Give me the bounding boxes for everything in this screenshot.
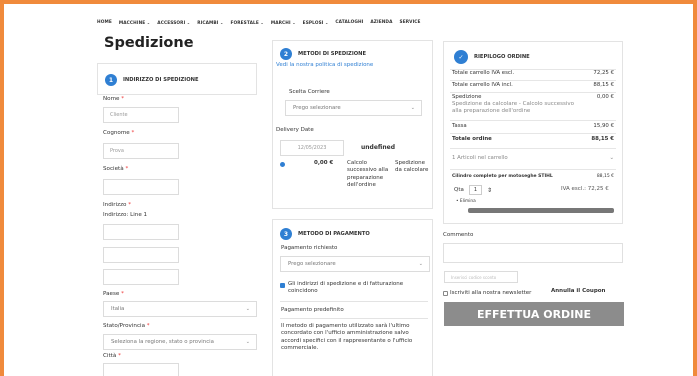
shipping-option-desc: Spedizione da calcolare [395, 160, 429, 174]
same-address-label: Gli indirizzi di spedizione e di fattura… [288, 281, 404, 295]
divider [450, 133, 616, 134]
chevron-down-icon: ⌄ [245, 306, 250, 312]
indirizzo-line2-input[interactable] [103, 247, 179, 263]
payment-default-label: Pagamento predefinito [281, 307, 344, 313]
stato-label: Stato/Provincia * [103, 323, 150, 329]
nav-cataloghi[interactable]: CATALOGHI [335, 20, 363, 26]
nav-forestale[interactable]: FORESTALE [230, 20, 263, 26]
paese-select[interactable]: Italia ⌄ [103, 301, 257, 317]
chevron-down-icon: ⌄ [410, 105, 415, 111]
divider [280, 301, 428, 302]
product-row: Cilindro completo per motoseghe STIHL 88,… [452, 174, 614, 179]
summary-total-row: Totale ordine 88,15 € [452, 136, 614, 142]
societa-label: Società * [103, 166, 129, 172]
check-icon: ✓ [454, 50, 468, 64]
citta-input[interactable] [103, 363, 179, 376]
summary-shipping-row: Spedizione 0,00 € [452, 94, 614, 100]
courier-select[interactable]: Prego selezionare ⌄ [285, 100, 422, 116]
page-title: Spedizione [104, 35, 194, 51]
chevron-down-icon: ⌄ [245, 339, 250, 345]
divider [450, 148, 616, 149]
payment-requested-label: Pagamento richiesto [281, 245, 338, 251]
newsletter-label: Iscriviti alla nostra newsletter [450, 290, 532, 296]
payment-heading: METODO DI PAGAMENTO [298, 231, 370, 237]
checkout-page: HOME MACCHINE ACCESSORI RICAMBI FORESTAL… [4, 4, 693, 376]
delivery-date-input[interactable]: 12/05/2023 [280, 140, 344, 156]
chevron-down-icon: ⌄ [418, 261, 423, 267]
nav-macchine[interactable]: MACCHINE [119, 20, 150, 26]
payment-default-text: Il metodo di pagamento utilizzato sarà l… [281, 323, 413, 352]
place-order-button[interactable]: EFFETTUA ORDINE [444, 302, 624, 326]
summary-row: Totale carrello IVA incl. 88,15 € [452, 82, 614, 88]
comment-label: Commento [443, 232, 474, 238]
shipping-option-radio[interactable] [280, 162, 285, 167]
divider [450, 92, 616, 93]
cart-items-toggle[interactable]: 1 Articoli nel carrello ⌄ [452, 155, 614, 161]
quantity-stepper: Qta 1 ⇕ [454, 185, 492, 195]
nav-marchi[interactable]: MARCHI [271, 20, 296, 26]
summary-tax-row: Tassa 15,90 € [452, 123, 614, 129]
citta-label: Città * [103, 353, 121, 359]
nav-azienda[interactable]: AZIENDA [370, 20, 392, 26]
societa-input[interactable] [103, 179, 179, 195]
product-price-ex: IVA escl.: 72,25 € [561, 186, 609, 192]
divider [450, 120, 616, 121]
shipping-policy-link[interactable]: Vedi la nostra politica di spedizione [276, 62, 373, 69]
nav-ricambi[interactable]: RICAMBI [197, 20, 223, 26]
summary-shipping-note: Spedizione da calcolare - Calcolo succes… [452, 101, 575, 115]
paese-label: Paese * [103, 291, 124, 297]
delivery-extra: undefined [361, 144, 395, 151]
payment-select[interactable]: Prego selezionare ⌄ [280, 256, 430, 272]
indirizzo-line3-input[interactable] [103, 269, 179, 285]
address-card: 1 INDIRIZZO DI SPEDIZIONE [97, 63, 257, 95]
cognome-input[interactable]: Prova [103, 143, 179, 159]
indirizzo-line1-label: Indirizzo: Line 1 [103, 212, 148, 218]
qty-input[interactable]: 1 [468, 185, 483, 195]
shipping-heading: METODI DI SPEDIZIONE [298, 51, 367, 57]
product-price: 88,15 € [596, 174, 614, 179]
cognome-label: Cognome * [103, 130, 135, 136]
summary-row: Totale carrello IVA escl. 72,25 € [452, 70, 614, 76]
nav-esplosi[interactable]: ESPLOSI [303, 20, 329, 26]
shipping-option-calc: Calcolo successivo alla preparazione del… [347, 160, 389, 189]
divider [450, 80, 616, 81]
step-number: 2 [280, 48, 292, 60]
same-address-checkbox[interactable] [280, 283, 285, 288]
indirizzo-line1-input[interactable] [103, 224, 179, 240]
nav-accessori[interactable]: ACCESSORI [157, 20, 190, 26]
nav-service[interactable]: SERVICE [400, 20, 421, 26]
courier-label: Scelta Corriere [289, 89, 330, 95]
nome-label: Nome * [103, 96, 125, 102]
cancel-coupon-button[interactable]: Annulla il Coupon [551, 288, 605, 295]
remove-item-link[interactable]: • Elimina [456, 199, 476, 205]
coupon-input[interactable]: Inserisci codice sconto [444, 271, 518, 283]
step-number: 3 [280, 228, 292, 240]
indirizzo-label: Indirizzo * [103, 202, 132, 208]
divider [280, 318, 428, 319]
address-heading: INDIRIZZO DI SPEDIZIONE [123, 77, 199, 83]
delivery-date-label: Delivery Date [276, 127, 314, 133]
divider [450, 169, 616, 170]
summary-heading: RIEPILOGO ORDINE [474, 54, 530, 60]
newsletter-checkbox[interactable] [443, 291, 448, 296]
chevron-down-icon: ⌄ [609, 155, 614, 161]
cart-scrollbar[interactable] [468, 208, 614, 213]
shipping-option-price: 0,00 € [314, 160, 334, 166]
product-name[interactable]: Cilindro completo per motoseghe STIHL [452, 174, 553, 179]
order-summary-card: ✓ RIEPILOGO ORDINE Totale carrello IVA e… [443, 41, 623, 224]
qty-stepper-icon[interactable]: ⇕ [487, 187, 492, 194]
main-nav: HOME MACCHINE ACCESSORI RICAMBI FORESTAL… [97, 20, 428, 26]
comment-textarea[interactable] [443, 243, 623, 263]
nome-input[interactable]: Cliente [103, 107, 179, 123]
step-number: 1 [105, 74, 117, 86]
nav-home[interactable]: HOME [97, 20, 112, 26]
stato-select[interactable]: Seleziona la regione, stato o provincia ⌄ [103, 334, 257, 350]
qty-label: Qta [454, 187, 464, 193]
